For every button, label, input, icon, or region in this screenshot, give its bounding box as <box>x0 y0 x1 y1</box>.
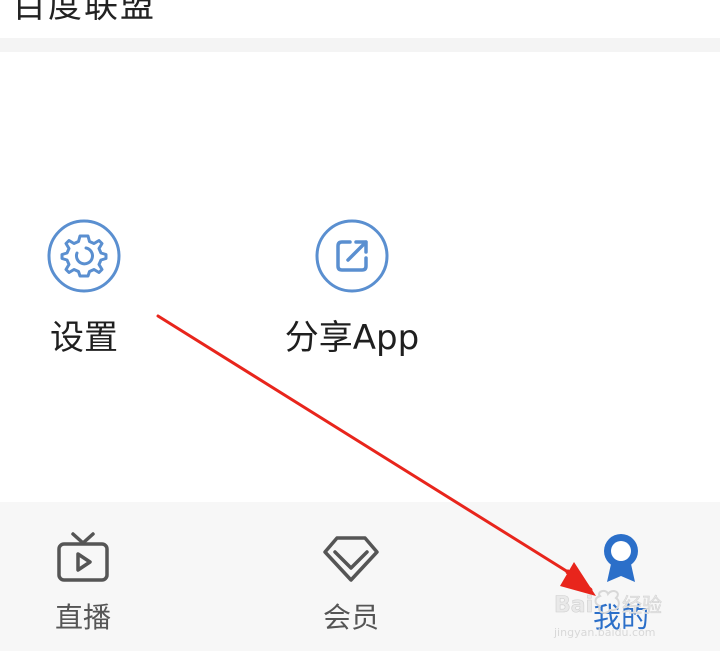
tab-live[interactable]: 直播 <box>40 530 126 636</box>
bottom-tab-bar: 直播 会员 我的 <box>0 502 720 651</box>
gear-icon <box>47 219 121 293</box>
settings-label: 设置 <box>50 318 118 358</box>
tab-mine[interactable]: 我的 <box>578 530 664 636</box>
tv-icon <box>57 532 109 582</box>
tab-vip-label: 会员 <box>322 601 379 634</box>
share-app-button[interactable]: 分享App <box>272 218 432 359</box>
tab-mine-label: 我的 <box>592 601 649 634</box>
header-strip: 百度联盟 <box>0 0 720 38</box>
diamond-icon <box>323 536 379 582</box>
share-app-label: 分享App <box>284 318 420 358</box>
tab-vip[interactable]: 会员 <box>308 530 394 636</box>
profile-pin-icon <box>604 534 638 582</box>
settings-button[interactable]: 设置 <box>34 218 134 359</box>
tools-section: 设置 分享App <box>0 52 720 502</box>
share-icon <box>315 219 389 293</box>
header-title: 百度联盟 <box>12 0 156 26</box>
section-divider <box>0 38 720 52</box>
tab-live-label: 直播 <box>54 601 111 634</box>
app-screen: 百度联盟 设置 分享App 直播 会员 我的 Bai 经验 jingyan.ba… <box>0 0 720 651</box>
